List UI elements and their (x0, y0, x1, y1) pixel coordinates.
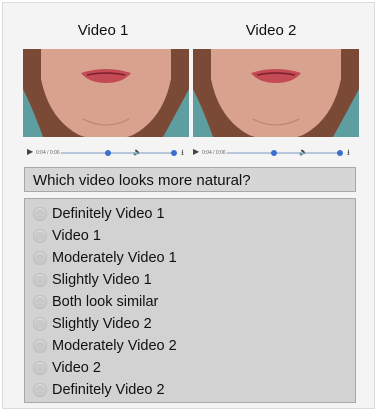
volume-icon[interactable]: 🔈 (299, 148, 308, 156)
seek-handle[interactable] (271, 150, 277, 156)
option-moderately-video-1[interactable]: Moderately Video 1 (33, 248, 177, 268)
radio-icon[interactable] (33, 295, 47, 309)
download-icon[interactable]: ⭳ (347, 147, 350, 161)
radio-icon[interactable] (33, 207, 47, 221)
option-both-look-similar[interactable]: Both look similar (33, 292, 158, 312)
option-definitely-video-2[interactable]: Definitely Video 2 (33, 380, 165, 400)
option-definitely-video-1[interactable]: Definitely Video 1 (33, 204, 165, 224)
volume-icon[interactable]: 🔈 (133, 148, 142, 156)
video-1-frame (23, 49, 189, 137)
option-video-1[interactable]: Video 1 (33, 226, 101, 246)
play-icon[interactable]: ▶ (193, 147, 199, 156)
video-1-title: Video 1 (77, 22, 129, 39)
option-label: Slightly Video 1 (52, 272, 152, 288)
option-label: Definitely Video 1 (52, 206, 165, 222)
download-icon[interactable]: ⭳ (181, 147, 184, 161)
video-2-time: 0:04 / 0:06 (202, 150, 226, 156)
radio-icon[interactable] (33, 339, 47, 353)
video-1-volume-slider[interactable] (145, 150, 177, 156)
radio-icon[interactable] (33, 273, 47, 287)
option-moderately-video-2[interactable]: Moderately Video 2 (33, 336, 177, 356)
option-slightly-video-2[interactable]: Slightly Video 2 (33, 314, 152, 334)
radio-icon[interactable] (33, 317, 47, 331)
question-text: Which video looks more natural? (24, 167, 356, 192)
option-label: Moderately Video 1 (52, 250, 177, 266)
video-2-title: Video 2 (245, 22, 297, 39)
option-video-2[interactable]: Video 2 (33, 358, 101, 378)
video-1-player[interactable] (23, 49, 189, 137)
video-2-volume-slider[interactable] (311, 150, 343, 156)
seek-handle[interactable] (105, 150, 111, 156)
play-icon[interactable]: ▶ (27, 147, 33, 156)
option-label: Video 1 (52, 228, 101, 244)
video-2-frame (193, 49, 359, 137)
radio-icon[interactable] (33, 361, 47, 375)
radio-icon[interactable] (33, 251, 47, 265)
answer-options: Definitely Video 1 Video 1 Moderately Vi… (24, 198, 356, 403)
radio-icon[interactable] (33, 383, 47, 397)
video-1-time: 0:04 / 0:06 (36, 150, 60, 156)
video-2-controls: ▶ 0:04 / 0:06 🔈 ⭳ (193, 146, 359, 160)
option-label: Definitely Video 2 (52, 382, 165, 398)
option-slightly-video-1[interactable]: Slightly Video 1 (33, 270, 152, 290)
video-2-player[interactable] (193, 49, 359, 137)
volume-handle[interactable] (337, 150, 343, 156)
radio-icon[interactable] (33, 229, 47, 243)
option-label: Both look similar (52, 294, 159, 310)
option-label: Slightly Video 2 (52, 316, 152, 332)
video-1-controls: ▶ 0:04 / 0:06 🔈 ⭳ (27, 146, 193, 160)
volume-handle[interactable] (171, 150, 177, 156)
option-label: Video 2 (52, 360, 101, 376)
option-label: Moderately Video 2 (52, 338, 177, 354)
